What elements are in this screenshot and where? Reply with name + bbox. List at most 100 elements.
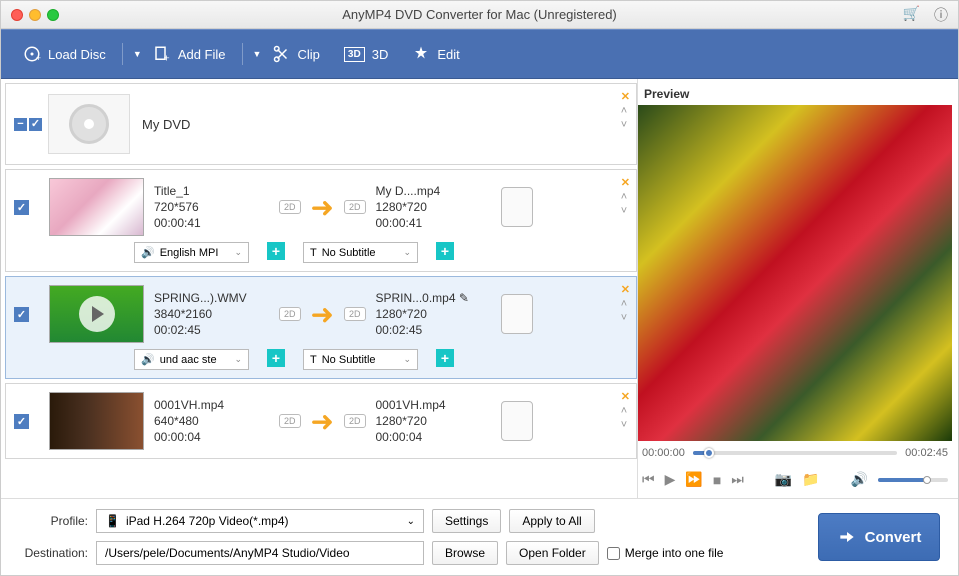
convert-button[interactable]: Convert [818,513,940,561]
move-up-icon[interactable]: ˄ [621,298,630,310]
move-up-icon[interactable]: ˄ [621,405,630,417]
item-thumbnail[interactable] [49,178,144,236]
open-folder-button[interactable]: Open Folder [506,541,599,565]
device-button[interactable] [501,187,533,227]
move-down-icon[interactable]: ˅ [621,312,630,324]
subtitle-dropdown[interactable]: TNo Subtitle⌄ [303,242,418,263]
cart-icon[interactable]: 🛒 [903,5,920,25]
list-item[interactable]: Title_1 720*576 00:00:41 2D ➜ 2D My D...… [5,169,637,272]
item-list: − My DVD ✕ ˄ ˅ [1,79,637,498]
audio-dropdown[interactable]: 🔊English MPI⌄ [134,242,249,263]
remove-item-icon[interactable]: ✕ [621,176,630,189]
load-disc-dropdown[interactable]: ▼ [129,43,139,65]
item-checkbox[interactable] [14,307,29,322]
arrow-icon: ➜ [311,405,334,438]
src-name: SPRING...).WMV [154,291,269,305]
add-audio-button[interactable]: + [267,349,285,367]
dst-duration: 00:00:41 [376,216,491,230]
edit-label: Edit [437,47,459,62]
left-pane: − My DVD ✕ ˄ ˅ [1,79,638,498]
maximize-icon[interactable] [47,9,59,21]
profile-select[interactable]: 📱iPad H.264 720p Video(*.mp4)⌄ [96,509,424,533]
item-checkbox[interactable] [14,414,29,429]
play-button[interactable]: ▶ [665,471,676,488]
minimize-icon[interactable] [29,9,41,21]
move-down-icon[interactable]: ˅ [621,205,630,217]
src-name: Title_1 [154,184,269,198]
add-file-dropdown[interactable]: ▼ [249,43,259,65]
move-down-icon[interactable]: ˅ [621,419,630,431]
profile-label: Profile: [13,514,88,528]
dst-name: My D....mp4 [376,184,491,198]
move-up-icon[interactable]: ˄ [621,105,630,117]
src-duration: 00:00:41 [154,216,269,230]
edit-button[interactable]: Edit [402,39,469,69]
audio-dropdown[interactable]: 🔊und aac ste⌄ [134,349,249,370]
remove-group-icon[interactable]: ✕ [621,90,630,103]
info-icon[interactable]: ⓘ [934,5,948,25]
merge-checkbox[interactable]: Merge into one file [607,546,724,560]
arrow-icon: ➜ [311,298,334,331]
dst-duration: 00:02:45 [376,323,491,337]
next-button[interactable]: ⏭ [731,471,744,488]
close-icon[interactable] [11,9,23,21]
remove-item-icon[interactable]: ✕ [621,283,630,296]
src-resolution: 720*576 [154,200,269,214]
stop-button[interactable]: ■ [713,472,721,488]
disc-group: − My DVD ✕ ˄ ˅ [5,83,637,165]
preview-image [638,105,952,441]
src-resolution: 640*480 [154,414,269,428]
item-thumbnail[interactable] [49,285,144,343]
list-item[interactable]: SPRING...).WMV 3840*2160 00:02:45 2D ➜ 2… [5,276,637,379]
list-item[interactable]: 0001VH.mp4 640*480 00:00:04 2D ➜ 2D 0001… [5,383,637,459]
group-checkbox[interactable] [29,118,42,131]
src-2d-badge: 2D [279,200,301,214]
device-button[interactable] [501,294,533,334]
dst-2d-badge: 2D [344,200,366,214]
add-file-label: Add File [178,47,226,62]
apply-all-button[interactable]: Apply to All [509,509,594,533]
load-disc-button[interactable]: + Load Disc [13,39,116,69]
clip-button[interactable]: Clip [263,39,330,69]
settings-button[interactable]: Settings [432,509,501,533]
seek-slider[interactable] [693,451,897,455]
folder-button[interactable]: 📁 [802,471,819,488]
add-audio-button[interactable]: + [267,242,285,260]
traffic-lights [11,9,59,21]
content: − My DVD ✕ ˄ ˅ [1,79,958,498]
3d-label: 3D [372,47,389,62]
dst-name: 0001VH.mp4 [376,398,491,412]
preview-label: Preview [638,83,952,105]
disc-thumbnail [48,94,130,154]
volume-slider[interactable] [878,478,948,482]
destination-input[interactable] [96,541,424,565]
add-file-button[interactable]: + Add File [143,39,236,69]
window-title: AnyMP4 DVD Converter for Mac (Unregister… [342,7,617,22]
move-down-icon[interactable]: ˅ [621,119,630,131]
preview-viewport[interactable] [638,105,952,441]
time-bar: 00:00:00 00:02:45 [638,441,952,465]
fast-forward-button[interactable]: ⏩ [685,471,702,488]
dst-2d-badge: 2D [344,307,366,321]
prev-button[interactable]: ⏮ [642,471,655,488]
src-duration: 00:00:04 [154,430,269,444]
subtitle-dropdown[interactable]: TNo Subtitle⌄ [303,349,418,370]
collapse-button[interactable]: − [14,118,27,131]
dst-resolution: 1280*720 [376,200,491,214]
remove-item-icon[interactable]: ✕ [621,390,630,403]
browse-button[interactable]: Browse [432,541,498,565]
add-subtitle-button[interactable]: + [436,349,454,367]
dst-resolution: 1280*720 [376,414,491,428]
play-icon [79,296,115,332]
volume-icon[interactable]: 🔊 [851,471,868,488]
move-up-icon[interactable]: ˄ [621,191,630,203]
item-checkbox[interactable] [14,200,29,215]
device-button[interactable] [501,401,533,441]
snapshot-button[interactable]: 📷 [775,471,792,488]
item-thumbnail[interactable] [49,392,144,450]
svg-text:+: + [163,53,169,64]
group-title: My DVD [142,117,190,132]
3d-button[interactable]: 3D 3D [334,41,398,68]
app-window: AnyMP4 DVD Converter for Mac (Unregister… [0,0,959,576]
add-subtitle-button[interactable]: + [436,242,454,260]
